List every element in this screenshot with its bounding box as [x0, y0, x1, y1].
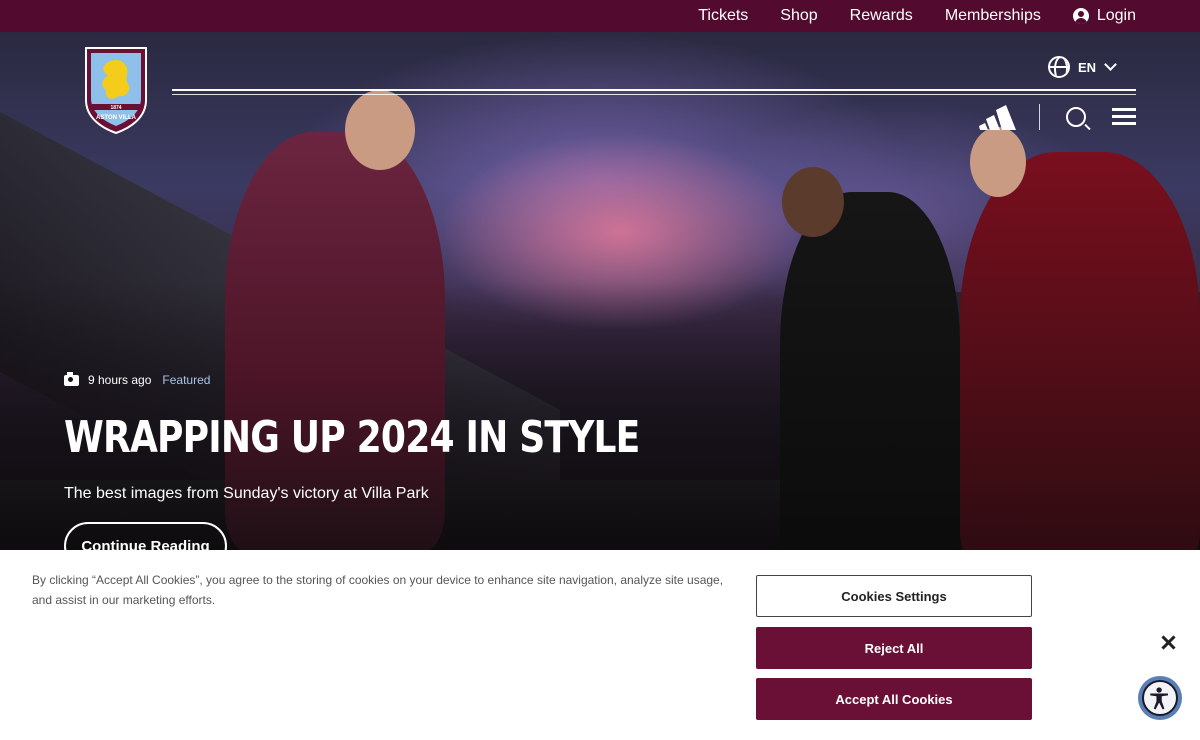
user-icon [1072, 8, 1089, 24]
header-divider [172, 89, 1136, 91]
article-meta: 9 hours ago Featured [64, 371, 210, 387]
menu-icon[interactable] [1112, 108, 1136, 126]
player-head-right [970, 127, 1026, 197]
header-divider-thin [172, 94, 1136, 95]
login-label: Login [1096, 7, 1136, 24]
cookie-banner: By clicking “Accept All Cookies”, you ag… [0, 550, 1200, 740]
article-time: 9 hours ago [88, 373, 152, 387]
globe-icon [1048, 56, 1070, 78]
nav-tickets[interactable]: Tickets [698, 7, 748, 25]
crest-year: 1874 [110, 105, 121, 111]
utility-nav: Tickets Shop Rewards Memberships Login [0, 0, 1200, 32]
accept-all-cookies-button[interactable]: Accept All Cookies [756, 678, 1032, 720]
nav-memberships[interactable]: Memberships [945, 7, 1041, 25]
reject-all-button[interactable]: Reject All [756, 627, 1032, 669]
header-separator [1039, 104, 1040, 130]
player-figure-right [960, 152, 1200, 550]
cookie-text: By clicking “Accept All Cookies”, you ag… [32, 573, 724, 607]
hero-banner [0, 32, 1200, 550]
accessibility-button[interactable] [1138, 676, 1182, 720]
article-headline[interactable]: Wrapping up 2024 in style [64, 412, 640, 463]
article-tag[interactable]: Featured [162, 373, 210, 387]
search-icon[interactable] [1066, 107, 1086, 127]
chevron-down-icon [1104, 58, 1117, 71]
article-subtitle: The best images from Sunday's victory at… [64, 485, 429, 502]
nav-rewards[interactable]: Rewards [850, 7, 913, 25]
coach-head [782, 167, 844, 237]
coach-figure [780, 192, 960, 550]
aston-villa-crest[interactable]: 1874 ASTON VILLA [84, 46, 148, 134]
cookies-settings-button[interactable]: Cookies Settings [756, 575, 1032, 617]
adidas-logo[interactable] [978, 104, 1018, 130]
login-link[interactable]: Login [1072, 7, 1136, 25]
close-icon[interactable] [1159, 634, 1177, 652]
language-selector[interactable]: EN [1048, 56, 1117, 78]
accessibility-icon [1142, 680, 1178, 716]
player-head [345, 90, 415, 170]
crest-name: ASTON VILLA [96, 115, 137, 121]
camera-icon [64, 371, 79, 386]
nav-shop[interactable]: Shop [780, 7, 817, 25]
language-code: EN [1078, 59, 1097, 75]
